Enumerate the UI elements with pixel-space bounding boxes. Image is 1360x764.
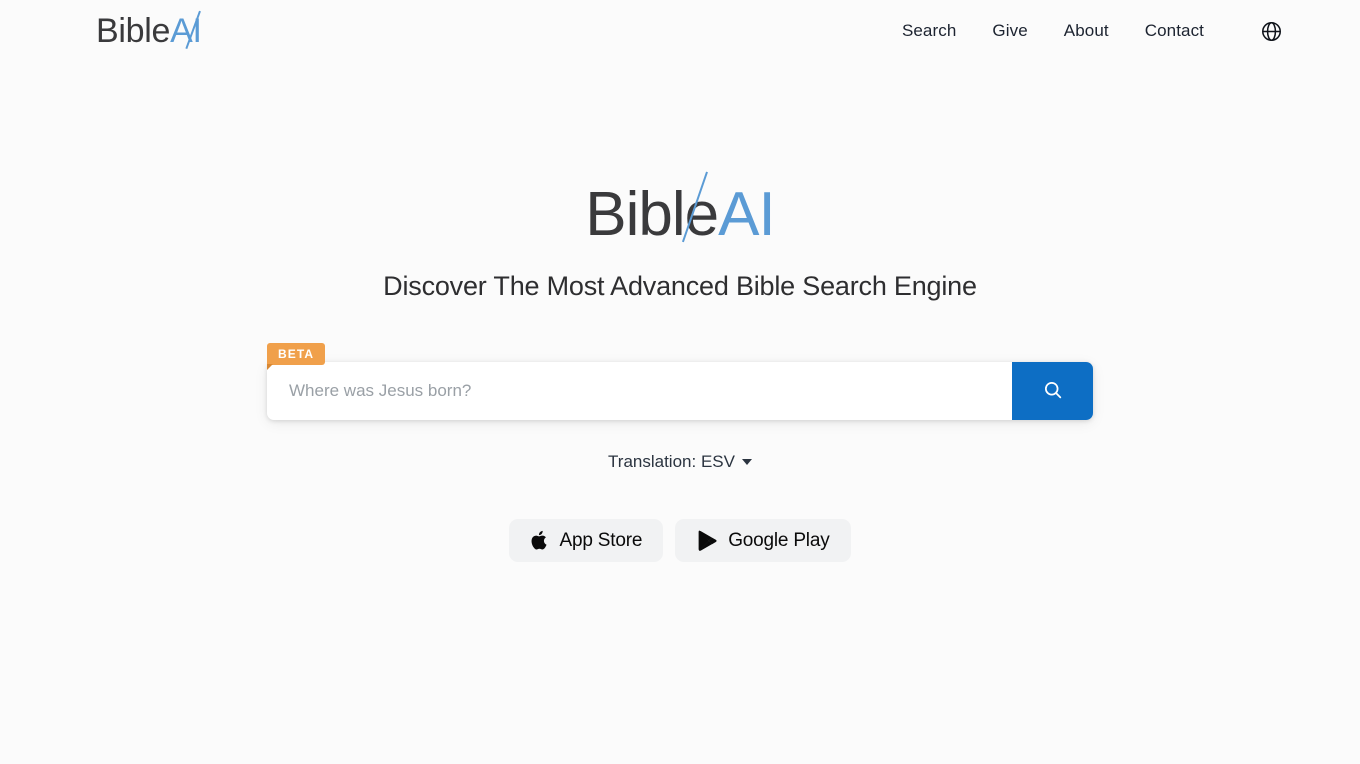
google-play-icon [696,529,718,552]
search-input[interactable] [267,362,1012,421]
app-store-label: App Store [559,529,643,551]
globe-icon[interactable] [1258,18,1284,44]
search-submit-button[interactable] [1012,362,1093,421]
search-form [267,362,1093,421]
app-store-links: App Store Google Play [509,519,851,563]
nav-item-give[interactable]: Give [974,15,1045,47]
google-play-button[interactable]: Google Play [675,519,851,563]
translation-selector[interactable]: Translation: ESV [602,451,758,473]
chevron-down-icon [741,459,752,466]
nav-item-about[interactable]: About [1046,15,1127,47]
google-play-label: Google Play [728,529,830,551]
hero-section: Bible AI Discover The Most Advanced Bibl… [0,62,1360,563]
beta-badge: BETA [267,343,326,371]
search-icon [1042,379,1064,404]
hero-logo: Bible AI [585,171,776,249]
search-container: BETA [267,343,1093,421]
page-tagline: Discover The Most Advanced Bible Search … [383,271,977,301]
header-logo[interactable]: Bible AI [96,10,202,50]
nav-item-contact[interactable]: Contact [1127,15,1222,47]
nav-item-search[interactable]: Search [884,15,974,47]
translation-label: Translation: ESV [608,452,735,472]
site-header: Bible AI Search Give About Contact [0,0,1360,62]
hero-logo-accent-text: AI [718,180,776,249]
apple-icon [530,529,549,552]
app-store-button[interactable]: App Store [509,519,664,563]
primary-navigation: Search Give About Contact [884,15,1284,47]
header-logo-primary-text: Bible [96,12,171,50]
